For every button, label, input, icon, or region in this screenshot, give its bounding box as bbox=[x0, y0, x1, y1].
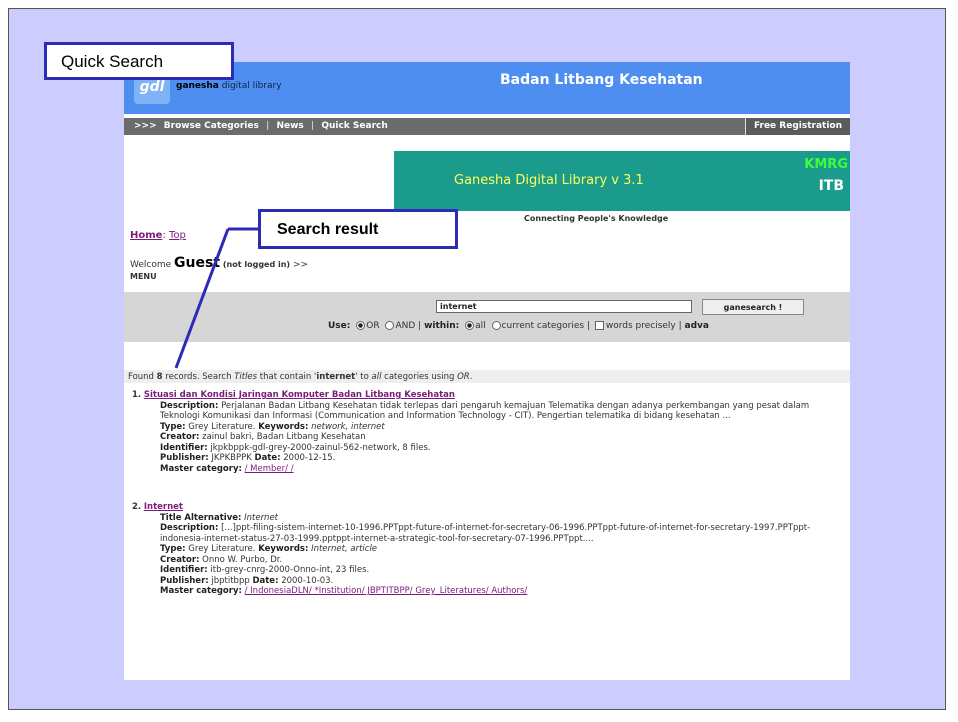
callout-pointer bbox=[174, 227, 258, 369]
pointer-line-diagonal bbox=[174, 228, 230, 369]
search-result-callout: Search result bbox=[258, 209, 458, 249]
quick-search-callout: Quick Search bbox=[44, 42, 234, 80]
